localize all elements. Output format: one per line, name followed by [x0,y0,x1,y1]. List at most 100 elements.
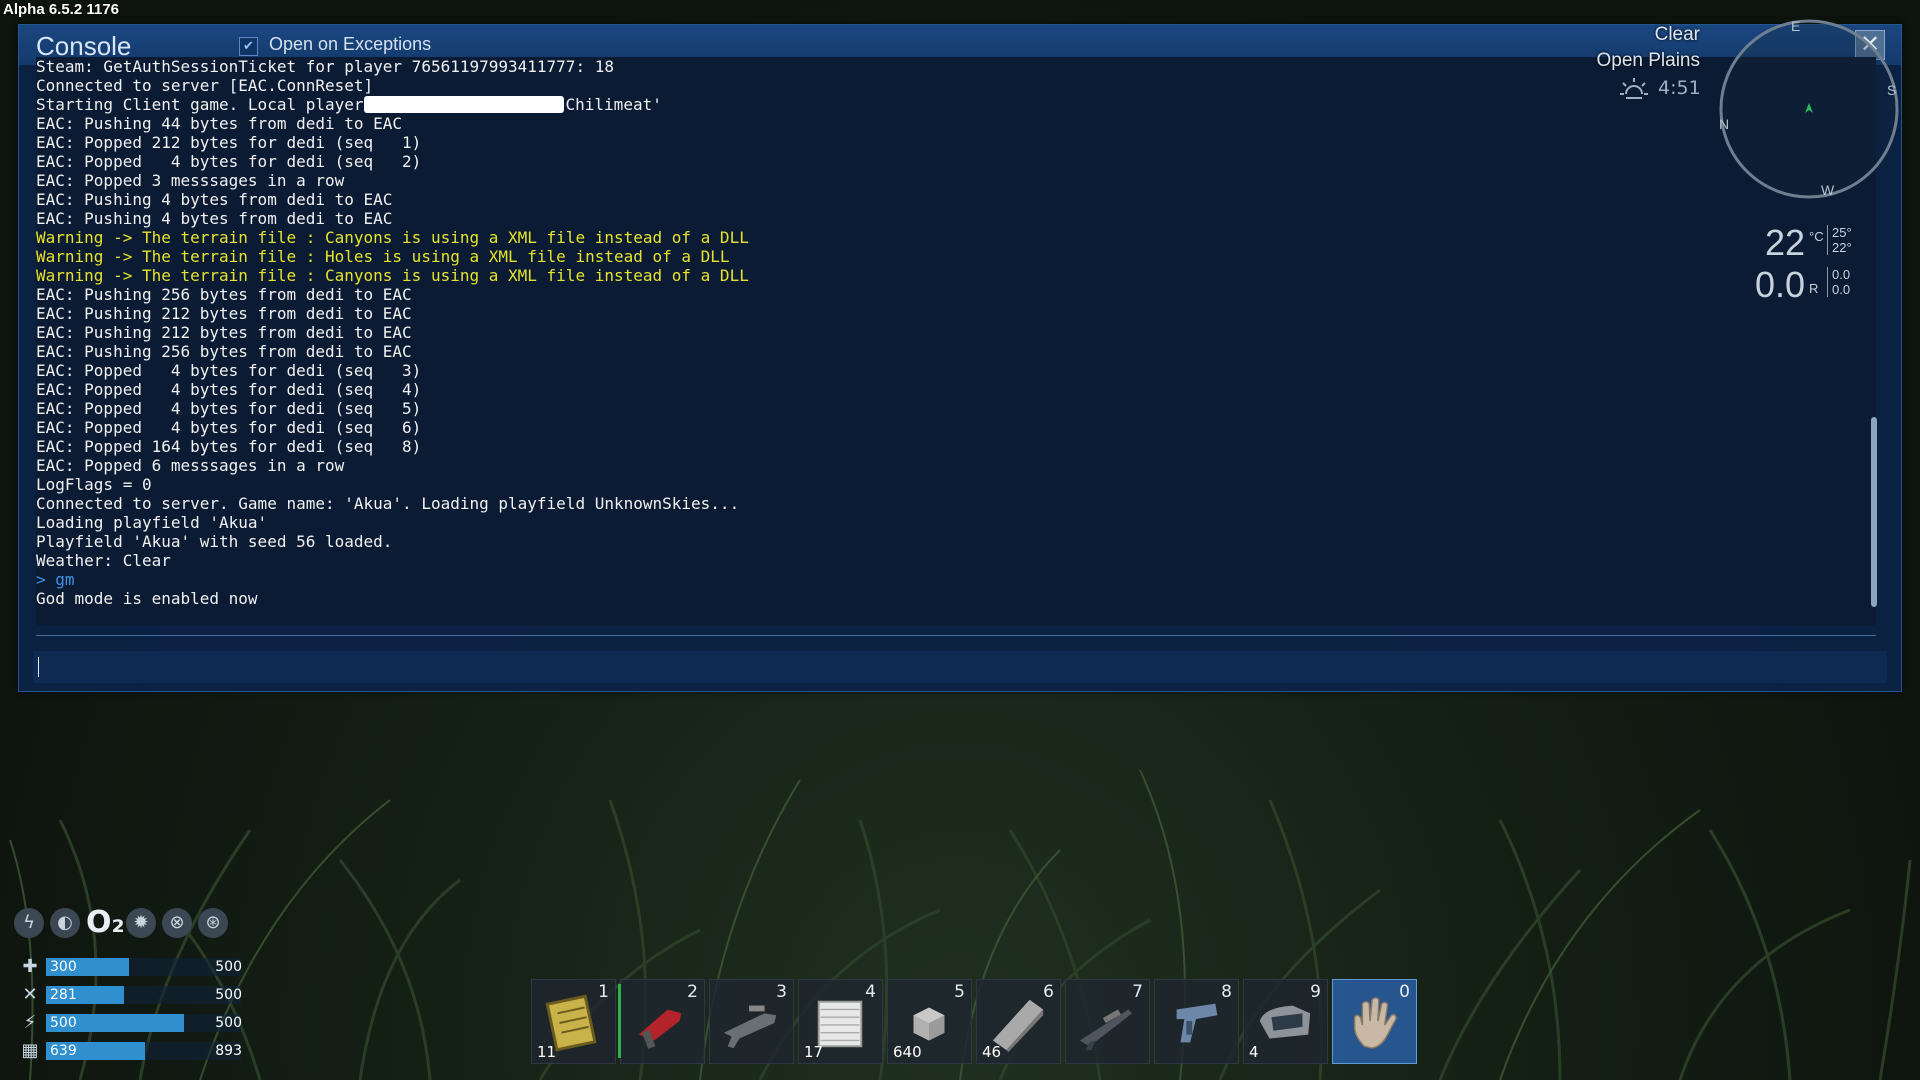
hotbar-slot-8[interactable]: 8 [1154,979,1239,1064]
slot-number: 5 [954,982,965,1002]
log-line: EAC: Pushing 4 bytes from dedi to EAC [36,209,393,228]
shield-icon: ⊛ [198,908,228,938]
hotbar-slot-7[interactable]: 7 [1065,979,1150,1064]
hotbar-slot-5[interactable]: 5 640 [887,979,972,1064]
hotbar-slot-9[interactable]: 94 [1243,979,1328,1064]
repair-box-icon [1259,1005,1311,1039]
slot-count: 4 [1249,1043,1259,1061]
hotbar-slot-0[interactable]: 0 [1332,979,1417,1064]
stat-max: 500 [215,959,242,975]
body-temp-icon: ϟ [14,908,44,938]
console-window: Console ✔ Open on Exceptions ✕ Steam: Ge… [18,24,1902,692]
slot-number: 8 [1221,982,1232,1002]
log-line: Playfield 'Akua' with seed 56 loaded. [36,532,393,551]
health-icon: ✚ [22,956,38,977]
time-display: 4:51 [1620,76,1701,100]
log-line: EAC: Pushing 256 bytes from dedi to EAC [36,342,412,361]
open-on-exceptions-label[interactable]: Open on Exceptions [269,34,431,55]
redaction-block [363,96,564,113]
log-line: EAC: Popped 4 bytes for dedi (seq 2) [36,152,422,171]
temperature-unit: °C [1809,229,1824,244]
oxygen-icon: O₂ [86,905,125,940]
log-line: Loading playfield 'Akua' [36,513,268,532]
log-line: EAC: Popped 212 bytes for dedi (seq 1) [36,133,422,152]
log-line: EAC: Popped 6 messsages in a row [36,456,345,475]
hand-icon [1353,997,1398,1049]
compass: E S N W [1719,18,1899,199]
log-line: Connected to server [EAC.ConnReset] [36,76,374,95]
stat-max: 500 [215,987,242,1003]
slot-count: 640 [893,1043,922,1061]
log-line: EAC: Popped 4 bytes for dedi (seq 3) [36,361,422,380]
log-line: EAC: Popped 3 messsages in a row [36,171,345,190]
open-on-exceptions-checkbox[interactable]: ✔ [239,37,258,56]
console-log[interactable]: Steam: GetAuthSessionTicket for player 7… [36,57,1876,625]
slot-number: 4 [865,982,876,1002]
stat-value: 500 [50,1015,77,1031]
time-label: 4:51 [1658,77,1701,99]
checkmark-icon: ✔ [243,39,254,54]
temperature-panel: 22 °C 25° 22° 0.0 R 0.0 0.0 [1755,222,1852,303]
compass-east: E [1791,18,1800,34]
stat-max: 893 [215,1043,242,1059]
hotbar-slot-3[interactable]: 3 [709,979,794,1064]
log-line: EAC: Popped 164 bytes for dedi (seq 8) [36,437,422,456]
log-line: EAC: Pushing 4 bytes from dedi to EAC [36,190,393,209]
log-scroll-thumb[interactable] [1871,417,1877,607]
slot-number: 6 [1043,982,1054,1002]
text-caret [38,657,39,677]
pressure-icon: ⊗ [162,908,192,938]
food-icon: ✕ [22,984,38,1005]
log-line: EAC: Pushing 212 bytes from dedi to EAC [36,304,412,323]
log-horizontal-scrollbar[interactable] [36,629,1876,636]
status-icons: ϟ ◐ O₂ ✹ ⊗ ⊛ [14,905,228,941]
log-line: > gm [36,570,75,589]
log-line: EAC: Pushing 44 bytes from dedi to EAC [36,114,403,133]
slot-count: 46 [982,1043,1002,1061]
log-text: Chilimeat' [565,95,662,114]
sun-icon [1620,78,1648,99]
log-line: Connected to server. Game name: 'Akua'. … [36,494,740,513]
stat-value: 300 [50,959,77,975]
slot-count: 17 [804,1043,824,1061]
red-drill-icon [638,1009,682,1049]
hotbar-slot-2[interactable]: 2 [618,979,705,1064]
temp-high: 25° [1832,225,1852,240]
hotbar-slot-1[interactable]: 1 11 [531,979,616,1064]
pistol-icon [1176,1003,1218,1043]
stamina-icon: ⚡ [23,1012,37,1033]
slot-number: 9 [1310,982,1321,1002]
log-line: EAC: Popped 4 bytes for dedi (seq 5) [36,399,422,418]
log-line: EAC: Popped 4 bytes for dedi (seq 4) [36,380,422,399]
durability-bar [618,984,621,1058]
rifle-icon [723,1005,777,1049]
slot-number: 3 [776,982,787,1002]
oxygen-tank-icon: ▦ [21,1040,39,1061]
radiation-value: 0.0 [1755,264,1806,305]
log-line: Warning -> The terrain file : Holes is u… [36,247,730,266]
console-input[interactable] [33,651,1887,683]
hotbar-slot-6[interactable]: 6 46 [976,979,1061,1064]
radiation-icon: ✹ [126,908,156,938]
hotbar-slot-4[interactable]: 4 17 [798,979,883,1064]
radiation-a: 0.0 [1832,267,1851,282]
slot-number: 2 [687,982,698,1002]
version-label: Alpha 6.5.2 1176 [3,1,119,18]
radiation-b: 0.0 [1832,282,1851,297]
helmet-icon: ◐ [50,908,80,938]
log-line: EAC: Pushing 256 bytes from dedi to EAC [36,285,412,304]
weather-label: Clear [1654,24,1700,45]
sniper-icon [1079,1009,1133,1051]
stat-max: 500 [215,1015,242,1031]
compass-south: S [1887,82,1896,98]
temperature-value: 22 [1765,222,1806,263]
slot-count: 11 [537,1043,557,1061]
log-line: Weather: Clear [36,551,171,570]
log-line: Warning -> The terrain file : Canyons is… [36,228,749,247]
radiation-unit: R [1809,281,1819,296]
log-line: EAC: Pushing 212 bytes from dedi to EAC [36,323,412,342]
temp-low: 22° [1832,240,1852,255]
log-line: Warning -> The terrain file : Canyons is… [36,266,749,285]
compass-west: W [1821,182,1835,198]
stat-value: 639 [50,1043,77,1059]
